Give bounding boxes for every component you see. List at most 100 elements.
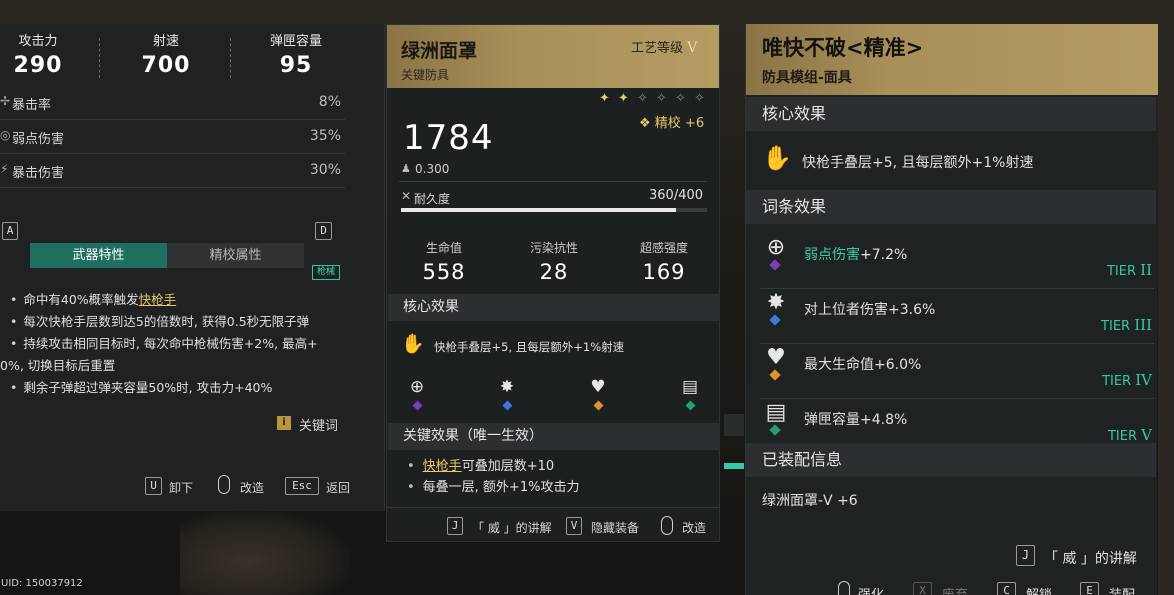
magazine-icon[interactable]: ▤ bbox=[678, 377, 702, 397]
tab-right-key[interactable]: D bbox=[315, 222, 332, 240]
trait-line: • 每次快枪手层数到达5的倍数时, 获得0.5秒无限子弹 bbox=[10, 314, 310, 329]
explain-key[interactable]: J bbox=[1016, 545, 1035, 566]
key-effect-text: 可叠加层数+10 bbox=[461, 459, 555, 474]
max-hp-icon[interactable]: ♥ bbox=[586, 377, 610, 397]
mod-core-effect-header: 核心效果 bbox=[746, 97, 1156, 131]
stat-attack: 攻击力 290 bbox=[0, 30, 93, 78]
max-hp-icon: ♥ bbox=[766, 345, 786, 370]
armor-stat-label: 污染抗性 bbox=[529, 241, 578, 255]
weight-icon: ♟ bbox=[401, 162, 411, 175]
armor-name: 绿洲面罩 bbox=[401, 40, 478, 62]
key-effect-line: • 每叠一层, 额外+1%攻击力 bbox=[407, 480, 580, 495]
durability-value: 360/400 bbox=[649, 188, 704, 203]
tuning-icon: ❖ bbox=[639, 116, 651, 131]
weakpoint-icon[interactable]: ⊕ bbox=[405, 377, 429, 397]
armor-stat-label: 超感强度 bbox=[639, 241, 688, 255]
mouse-icon bbox=[661, 516, 673, 535]
stat-label: 攻击力 bbox=[18, 34, 58, 49]
equip-label[interactable]: 装配 bbox=[1109, 584, 1135, 595]
tier-level: III bbox=[1134, 316, 1152, 334]
affix-row: ♥ 最大生命值+6.0% TIER IV bbox=[760, 344, 1154, 399]
explain-label[interactable]: 「 威 」的讲解 bbox=[1044, 548, 1137, 568]
sub-stat-crit-rate: ✢ 暴击率 8% bbox=[0, 86, 345, 120]
player-uid: UID: 150037912 bbox=[1, 578, 83, 589]
unlock-key[interactable]: C bbox=[997, 582, 1016, 595]
trait-text: 每次快枪手层数到达5的倍数时, 获得0.5秒无限子弹 bbox=[23, 314, 310, 329]
stat-value: 700 bbox=[141, 53, 191, 78]
affix-header: 词条效果 bbox=[746, 190, 1156, 224]
modify-label[interactable]: 改造 bbox=[240, 479, 264, 496]
equipped-info-header: 已装配信息 bbox=[746, 443, 1156, 477]
blue-gem-icon bbox=[502, 400, 513, 411]
background-slot bbox=[724, 414, 744, 436]
affix-text: 对上位者伤害+3.6% bbox=[804, 302, 936, 318]
trait-line: • 剩余子弹超过弹夹容量50%时, 攻击力+40% bbox=[10, 380, 273, 395]
orange-gem-icon bbox=[593, 400, 604, 411]
affix-row: ✸ 对上位者伤害+3.6% TIER III bbox=[760, 289, 1154, 344]
firearm-tag: 枪械 bbox=[312, 265, 340, 280]
keyword-button[interactable]: 关键词 bbox=[299, 415, 338, 434]
gunslinger-icon: ✋ bbox=[762, 144, 792, 172]
affix-tier: TIER IV bbox=[1102, 371, 1152, 389]
sub-stat-crit-damage: ⚡ 暴击伤害 30% bbox=[0, 154, 345, 188]
star-empty-icon: ✧ bbox=[637, 91, 648, 106]
explain-key[interactable]: J bbox=[447, 517, 463, 535]
equip-key[interactable]: E bbox=[1080, 582, 1099, 595]
affix-text: 弱点伤害+7.2% bbox=[804, 244, 907, 264]
sub-stat-value: 35% bbox=[309, 128, 341, 144]
craft-level: 工艺等级 V bbox=[631, 37, 697, 56]
stat-divider bbox=[99, 38, 100, 78]
sub-stat-value: 30% bbox=[309, 162, 341, 178]
trait-line-continued: 0%, 切换目标后重置 bbox=[0, 355, 115, 374]
unequip-key[interactable]: U bbox=[145, 477, 162, 495]
enhance-label[interactable]: 强化 bbox=[858, 584, 884, 595]
craft-level-value: V bbox=[687, 40, 698, 56]
durability-bar bbox=[401, 208, 707, 212]
armor-type: 关键防具 bbox=[401, 68, 450, 82]
key-effect-line: • 快枪手可叠加层数+10 bbox=[407, 459, 555, 474]
hide-equipment-label[interactable]: 隐藏装备 bbox=[591, 519, 639, 536]
explain-label[interactable]: 「 威 」的讲解 bbox=[472, 519, 552, 536]
gunslinger-link[interactable]: 快枪手 bbox=[423, 459, 462, 474]
armor-weight: 0.300 bbox=[415, 162, 450, 176]
mod-name: 唯快不破<精准> bbox=[762, 36, 924, 60]
star-empty-icon: ✧ bbox=[675, 91, 686, 106]
tier-level: II bbox=[1140, 261, 1152, 279]
tab-weapon-traits[interactable]: 武器特性 bbox=[30, 243, 167, 268]
divider bbox=[399, 181, 707, 182]
tab-tuning-attributes[interactable]: 精校属性 bbox=[167, 243, 304, 268]
mouse-icon bbox=[838, 581, 850, 595]
star-filled-icon: ✦ bbox=[599, 91, 610, 106]
stat-value: 290 bbox=[13, 53, 63, 78]
divider bbox=[387, 507, 719, 508]
background-bar bbox=[724, 463, 744, 469]
sub-stat-label: 暴击率 bbox=[12, 98, 52, 113]
dismantle-label[interactable]: 废弃 bbox=[942, 584, 968, 595]
armor-card: 绿洲面罩 关键防具 工艺等级 V ❖ 精校 +6 1784 ♟ 0.300 ✕ … bbox=[386, 24, 720, 542]
unlock-label[interactable]: 解锁 bbox=[1026, 584, 1052, 595]
equipped-item[interactable]: 绿洲面罩-V +6 bbox=[762, 490, 858, 510]
hide-key[interactable]: V bbox=[566, 517, 582, 535]
tier-level: V bbox=[1141, 426, 1152, 444]
back-key[interactable]: Esc bbox=[285, 477, 319, 495]
weakpoint-icon: ⊕ bbox=[766, 235, 786, 260]
armor-stat-pollution-resist: 污染抗性 28 bbox=[504, 239, 604, 284]
durability-icon: ✕ bbox=[401, 189, 412, 203]
superior-damage-icon[interactable]: ✸ bbox=[495, 377, 519, 397]
dismantle-key[interactable]: X bbox=[913, 582, 932, 595]
star-filled-icon: ✦ bbox=[618, 91, 629, 106]
key-effect-text: 每叠一层, 额外+1%攻击力 bbox=[422, 480, 580, 495]
tab-left-key[interactable]: A bbox=[2, 222, 18, 240]
modify-label[interactable]: 改造 bbox=[682, 519, 706, 536]
unequip-label[interactable]: 卸下 bbox=[169, 479, 193, 496]
craft-level-label: 工艺等级 bbox=[631, 41, 684, 56]
purple-gem-icon bbox=[769, 259, 781, 271]
sub-stat-weakpoint: ◎ 弱点伤害 35% bbox=[0, 120, 345, 154]
tier-level: IV bbox=[1135, 371, 1152, 389]
trait-text: 0%, 切换目标后重置 bbox=[0, 358, 116, 373]
star-empty-icon: ✧ bbox=[656, 91, 667, 106]
back-label[interactable]: 返回 bbox=[326, 479, 350, 496]
trait-link-gunslinger[interactable]: 快枪手 bbox=[139, 292, 177, 307]
affix-value: +7.2% bbox=[860, 247, 908, 263]
armor-score: 1784 bbox=[403, 118, 494, 158]
